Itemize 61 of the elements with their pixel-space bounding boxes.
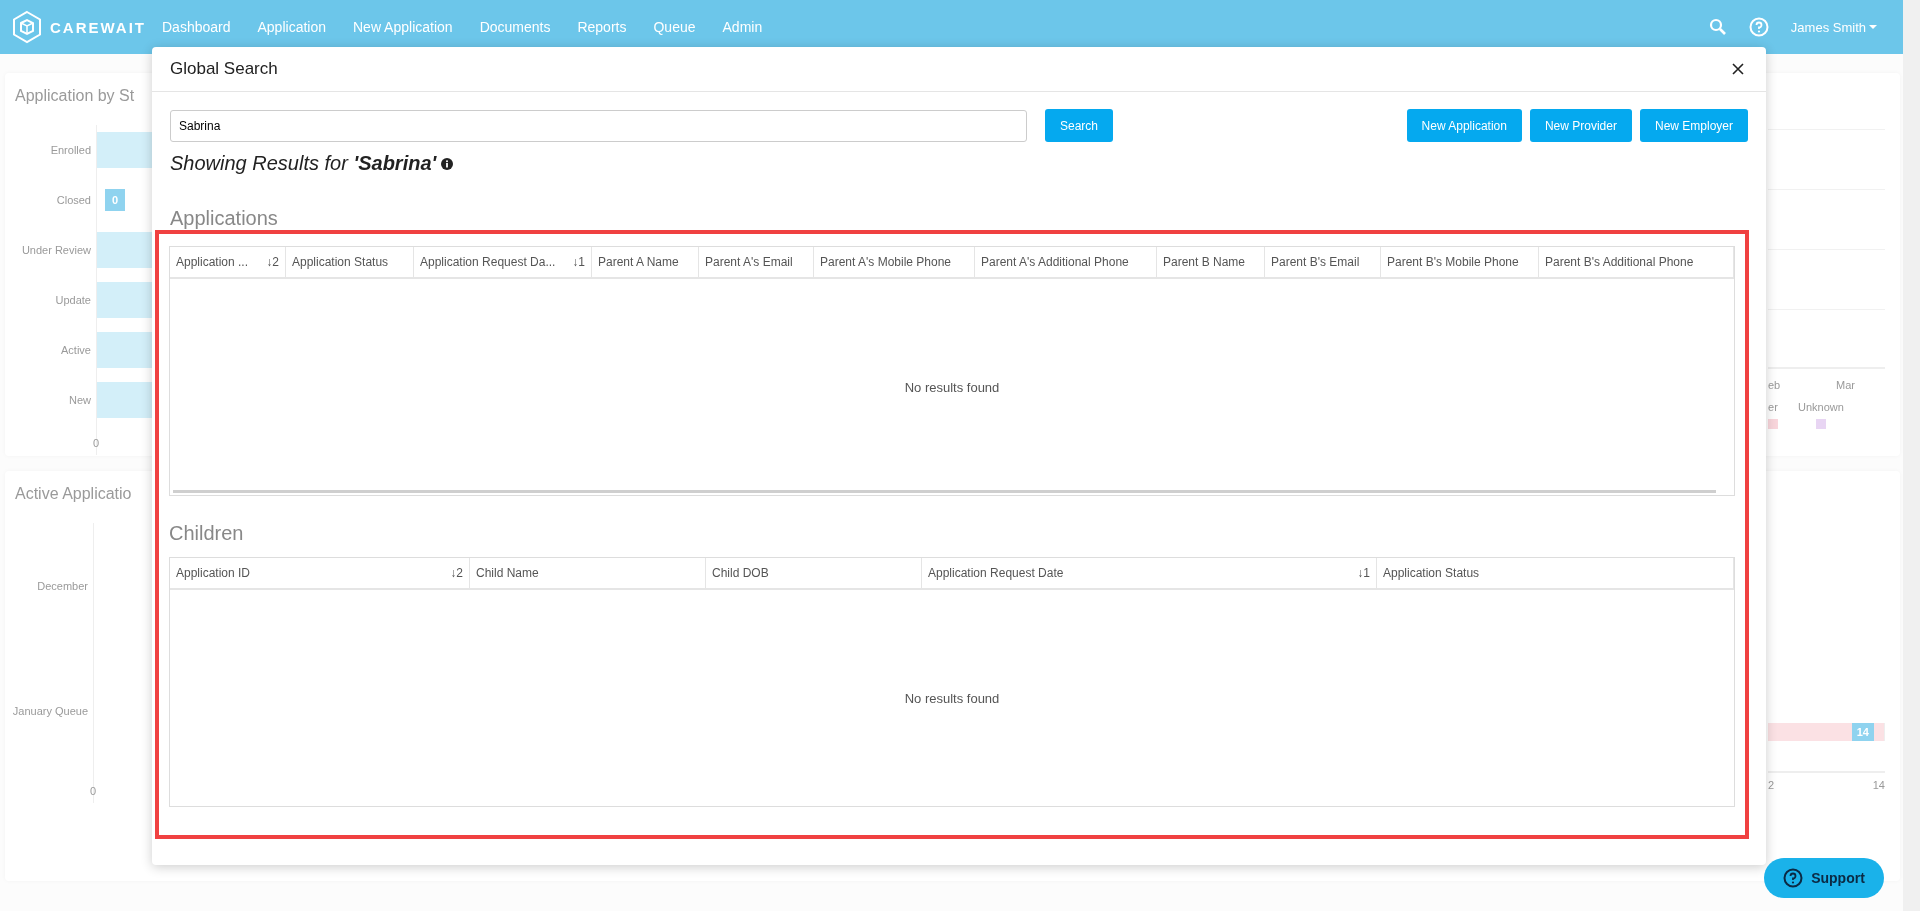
axis-label: January Queue bbox=[12, 704, 88, 717]
column-header[interactable]: Parent B Name bbox=[1157, 247, 1265, 277]
card-title: Active Applicatio bbox=[14, 485, 133, 503]
horizontal-scrollbar[interactable] bbox=[173, 490, 1716, 493]
column-header[interactable]: Parent A Name bbox=[592, 247, 699, 277]
column-header[interactable]: Parent B's Mobile Phone bbox=[1381, 247, 1539, 277]
axis-label: eb bbox=[1768, 379, 1781, 391]
section-title: Applications bbox=[170, 207, 279, 230]
scrollbar[interactable] bbox=[1903, 0, 1920, 911]
sort-indicator[interactable]: ↓1 bbox=[572, 255, 585, 269]
column-header[interactable]: Parent A's Email bbox=[699, 247, 814, 277]
search-field[interactable]: Sabrina bbox=[170, 109, 1027, 142]
axis-label: 0 bbox=[90, 785, 97, 797]
logo-icon bbox=[10, 10, 44, 44]
brand-name: CAREWAIT bbox=[50, 18, 146, 36]
axis-label: 0 bbox=[93, 437, 100, 449]
value-label: 14 bbox=[1851, 723, 1874, 741]
column-header[interactable]: Application Status bbox=[1377, 558, 1734, 588]
empty-message: No results found bbox=[904, 379, 1000, 395]
column-header[interactable]: Parent B's Additional Phone bbox=[1539, 247, 1734, 277]
help-icon[interactable] bbox=[1748, 17, 1769, 37]
column-header[interactable]: Parent A's Additional Phone bbox=[975, 247, 1157, 277]
sort-indicator[interactable]: ↓1 bbox=[1357, 566, 1370, 580]
axis-label: Closed bbox=[56, 194, 91, 206]
empty-message: No results found bbox=[904, 690, 1000, 706]
column-header[interactable]: Parent A's Mobile Phone bbox=[814, 247, 975, 277]
section-title: Children bbox=[169, 522, 245, 545]
column-header[interactable]: Child Name bbox=[470, 558, 706, 588]
info-icon[interactable] bbox=[441, 157, 454, 170]
support-button[interactable]: Support bbox=[1764, 858, 1884, 898]
axis-label: Active bbox=[61, 344, 91, 356]
search-icon[interactable] bbox=[1708, 18, 1727, 36]
chart-bar bbox=[97, 382, 152, 418]
results-heading: Showing Results for 'Sabrina' bbox=[170, 152, 437, 175]
column-header[interactable]: Application ID ↓2 bbox=[170, 558, 470, 588]
chart-bar bbox=[97, 332, 152, 368]
sort-indicator[interactable]: ↓2 bbox=[450, 566, 463, 580]
axis-label: 2 bbox=[1768, 779, 1775, 791]
axis-label: Enrolled bbox=[50, 144, 91, 156]
axis-label: Under Review bbox=[21, 244, 91, 256]
axis-label: 14 bbox=[1872, 779, 1885, 791]
column-header[interactable]: Application Request Date ↓1 bbox=[922, 558, 1377, 588]
chart-bar bbox=[97, 282, 152, 318]
column-header[interactable]: Child DOB bbox=[706, 558, 922, 588]
axis-label: Mar bbox=[1836, 379, 1855, 391]
column-header[interactable]: Parent B's Email bbox=[1265, 247, 1381, 277]
chart-bar bbox=[97, 232, 152, 268]
axis-label: Update bbox=[55, 294, 91, 306]
axis-label: New bbox=[69, 394, 91, 406]
column-header[interactable]: Application Request Da... ↓1 bbox=[414, 247, 592, 277]
sort-indicator[interactable]: ↓2 bbox=[266, 255, 279, 269]
column-header[interactable]: Application Status bbox=[286, 247, 414, 277]
column-header[interactable]: Application ... ↓2 bbox=[170, 247, 286, 277]
legend-label: Unknown bbox=[1798, 401, 1844, 413]
legend-label: er bbox=[1768, 401, 1778, 413]
dialog-title: Global Search bbox=[170, 59, 278, 79]
help-icon bbox=[1783, 868, 1804, 888]
card-title: Application by St bbox=[14, 87, 136, 105]
axis-label: December bbox=[37, 579, 88, 592]
chart-bar bbox=[97, 132, 152, 168]
value-label: 0 bbox=[105, 189, 126, 211]
